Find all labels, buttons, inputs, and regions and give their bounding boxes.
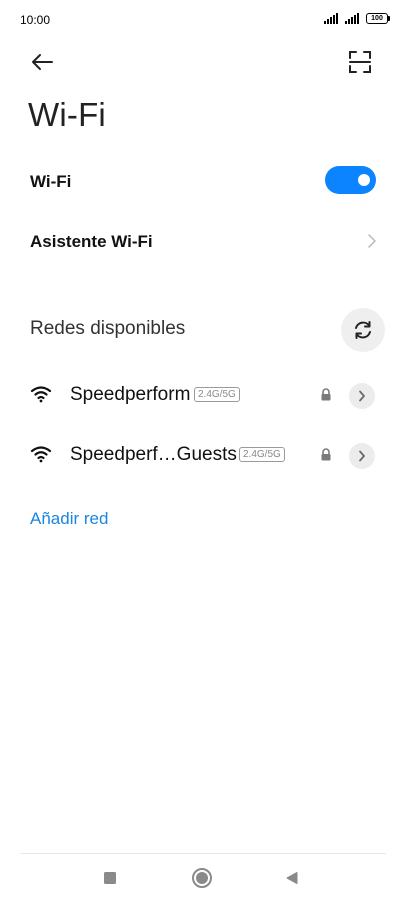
network-band-badge: 2.4G/5G [194,387,240,402]
arrow-left-icon [32,54,53,70]
network-band-badge: 2.4G/5G [239,447,285,462]
battery-icon: 100 [366,13,390,24]
network-item[interactable]: Speedperf…Guests 2.4G/5G [0,431,406,479]
chevron-right-icon [368,234,376,248]
status-bar: 10:00 100 [0,0,406,40]
wifi-assistant-row[interactable]: Asistente Wi-Fi [0,220,406,264]
scan-qr-button[interactable] [342,46,378,78]
wifi-toggle-switch[interactable] [325,166,376,194]
network-details-button[interactable] [349,383,375,409]
wifi-signal-icon [30,386,52,403]
qr-scan-icon [349,51,371,73]
status-indicators: 100 [324,13,390,24]
battery-level: 100 [366,13,388,24]
lock-icon [321,448,331,461]
refresh-icon [355,321,371,339]
triangle-back-icon [286,872,298,884]
signal-icon [324,13,338,24]
wifi-toggle-label: Wi-Fi [30,172,72,191]
nav-back-button[interactable] [274,862,310,894]
top-bar [0,40,406,84]
available-networks-title: Redes disponibles [30,318,186,339]
network-item[interactable]: Speedperform 2.4G/5G [0,371,406,419]
back-button[interactable] [24,46,60,78]
signal-icon [345,13,359,24]
chevron-right-icon [359,390,365,402]
square-icon [104,872,116,884]
wifi-assistant-label: Asistente Wi-Fi [30,232,153,251]
toggle-knob [358,174,370,186]
network-name: Speedperform [70,384,191,405]
network-details-button[interactable] [349,443,375,469]
chevron-right-icon [359,450,365,462]
lock-icon [321,388,331,401]
add-network-link[interactable]: Añadir red [30,509,108,529]
circle-home-icon [192,868,212,888]
home-button[interactable] [184,862,220,894]
wifi-signal-icon [30,446,52,463]
network-name: Speedperf…Guests [70,444,237,465]
navigation-bar [0,854,406,902]
refresh-button[interactable] [341,308,385,352]
status-time: 10:00 [20,13,51,27]
recents-button[interactable] [92,862,128,894]
page-title: Wi-Fi [28,96,106,133]
